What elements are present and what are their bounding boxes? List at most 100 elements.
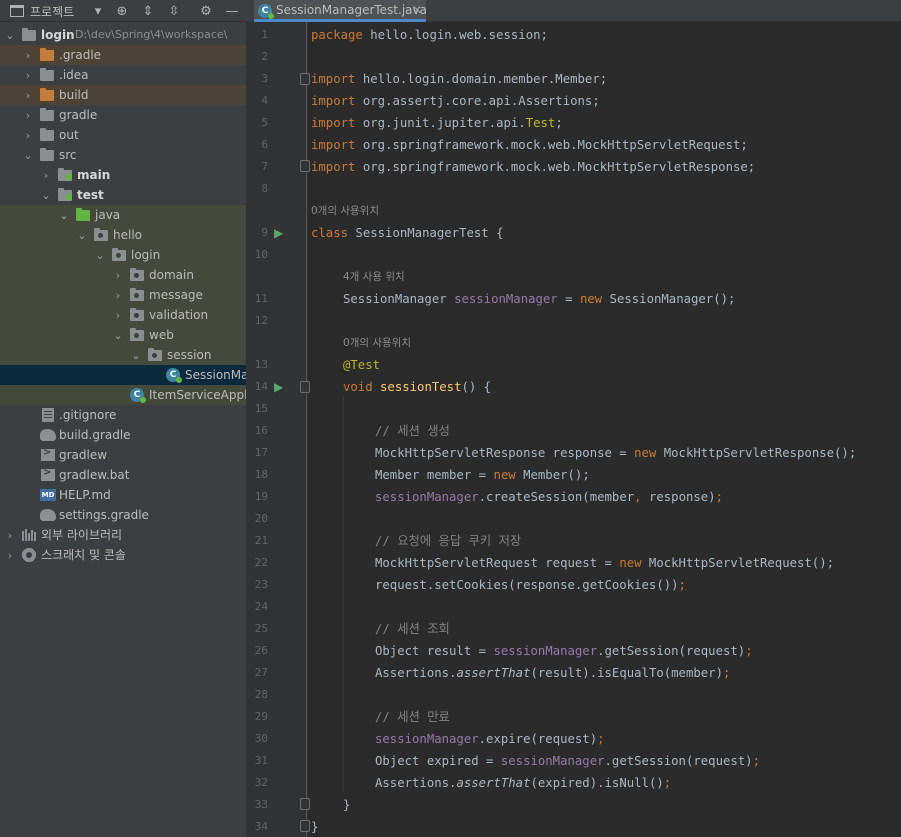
chevron-right-icon[interactable]: › xyxy=(22,105,34,125)
line-number: 3 xyxy=(261,72,268,85)
chevron-right-icon[interactable]: › xyxy=(22,85,34,105)
tree-item-out[interactable]: › out xyxy=(0,125,246,145)
tree-item-settings-gradle[interactable]: settings.gradle xyxy=(0,505,246,525)
hide-panel-icon[interactable]: — xyxy=(224,3,240,19)
editor-tab-bar: C SessionManagerTest.java ✕ xyxy=(246,0,901,22)
tree-item-login-package[interactable]: ⌄ login xyxy=(0,245,246,265)
class-reference: Assertions. xyxy=(375,666,457,680)
chevron-right-icon[interactable]: › xyxy=(4,525,16,545)
chevron-down-icon[interactable]: ⌄ xyxy=(22,145,34,165)
tree-item-main[interactable]: › main xyxy=(0,165,246,185)
tree-item-validation[interactable]: › validation xyxy=(0,305,246,325)
gear-icon[interactable]: ⚙ xyxy=(198,3,214,19)
chevron-right-icon[interactable]: › xyxy=(22,125,34,145)
punctuation: ; xyxy=(678,578,686,592)
project-window-icon xyxy=(10,5,24,17)
code-line: Member member = new Member(); xyxy=(375,464,590,486)
tree-item-message[interactable]: › message xyxy=(0,285,246,305)
project-view-selector[interactable]: 프로젝트 xyxy=(10,0,74,22)
tree-item-session-manager-test[interactable]: C SessionManagerTest xyxy=(0,365,246,385)
line-number: 1 xyxy=(261,28,268,41)
code-line: Object result = sessionManager.getSessio… xyxy=(375,640,753,662)
run-test-icon[interactable]: ▶ xyxy=(274,380,288,394)
chevron-down-icon[interactable]: ⌄ xyxy=(76,225,88,245)
package-icon xyxy=(112,248,128,262)
file-icon xyxy=(42,408,58,422)
tree-item-hello[interactable]: ⌄ hello xyxy=(0,225,246,245)
tree-item-label: main xyxy=(77,168,111,182)
constructor-call: SessionManager(); xyxy=(602,292,736,306)
chevron-down-icon[interactable]: ⌄ xyxy=(40,185,52,205)
fold-icon[interactable] xyxy=(300,820,310,832)
chevron-right-icon[interactable]: › xyxy=(112,305,124,325)
tab-label: SessionManagerTest.java xyxy=(276,3,427,17)
chevron-right-icon[interactable]: › xyxy=(22,65,34,85)
tree-item-src[interactable]: ⌄ src xyxy=(0,145,246,165)
fold-icon[interactable] xyxy=(300,160,310,172)
tree-item-gitignore[interactable]: .gitignore xyxy=(0,405,246,425)
line-number: 6 xyxy=(261,138,268,151)
chevron-down-icon[interactable]: ⌄ xyxy=(58,205,70,225)
tree-item-domain[interactable]: › domain xyxy=(0,265,246,285)
tree-item-login-root[interactable]: ⌄ login D:\dev\Spring\4\workspace\ xyxy=(0,25,246,45)
chevron-down-icon[interactable]: ⌄ xyxy=(130,345,142,365)
line-number: 21 xyxy=(254,534,268,547)
tree-item-scratches-and-consoles[interactable]: › 스크래치 및 콘솔 xyxy=(0,545,246,565)
expand-all-icon[interactable]: ⇕ xyxy=(140,3,156,19)
usage-hint[interactable]: 4개 사용 위치 xyxy=(343,266,405,288)
folder-icon xyxy=(40,48,56,62)
line-number: 9 xyxy=(261,226,268,239)
locate-icon[interactable]: ⊕ xyxy=(114,3,130,19)
chevron-down-icon[interactable]: ⌄ xyxy=(112,325,124,345)
gradle-icon xyxy=(40,428,56,442)
constructor-call: MockHttpServletRequest(); xyxy=(641,556,835,570)
chevron-down-icon[interactable]: ▾ xyxy=(90,3,106,19)
line-number: 32 xyxy=(254,776,268,789)
tab-session-manager-test[interactable]: C SessionManagerTest.java ✕ xyxy=(254,0,427,22)
run-test-icon[interactable]: ▶ xyxy=(274,226,288,240)
fold-icon[interactable] xyxy=(300,381,310,393)
tree-item-gradle[interactable]: › gradle xyxy=(0,105,246,125)
fold-icon[interactable] xyxy=(300,73,310,85)
tree-item-help-md[interactable]: MD HELP.md xyxy=(0,485,246,505)
method-call: (expired).isNull() xyxy=(530,776,664,790)
tree-item-gradlew[interactable]: gradlew xyxy=(0,445,246,465)
code-line: import org.springframework.mock.web.Mock… xyxy=(311,134,748,156)
chevron-right-icon[interactable]: › xyxy=(40,165,52,185)
tree-item-external-libraries[interactable]: › 외부 라이브러리 xyxy=(0,525,246,545)
import-path: hello.login.domain.member.Member; xyxy=(355,72,608,86)
chevron-right-icon[interactable]: › xyxy=(112,285,124,305)
line-number: 12 xyxy=(254,314,268,327)
close-icon[interactable]: ✕ xyxy=(412,0,422,20)
collapse-all-icon[interactable]: ⇳ xyxy=(166,3,182,19)
tree-item-web[interactable]: ⌄ web xyxy=(0,325,246,345)
chevron-down-icon[interactable]: ⌄ xyxy=(4,25,16,45)
code-line: Object expired = sessionManager.getSessi… xyxy=(375,750,760,772)
comment: // 요청에 응답 쿠키 저장 xyxy=(375,534,522,548)
line-number: 10 xyxy=(254,248,268,261)
line-number: 26 xyxy=(254,644,268,657)
tree-item-build[interactable]: › build xyxy=(0,85,246,105)
tree-item-gradle-cache[interactable]: › .gradle xyxy=(0,45,246,65)
chevron-right-icon[interactable]: › xyxy=(112,265,124,285)
code-line: Assertions.assertThat(result).isEqualTo(… xyxy=(375,662,730,684)
tree-item-test[interactable]: ⌄ test xyxy=(0,185,246,205)
fold-icon[interactable] xyxy=(300,798,310,810)
tree-item-label: domain xyxy=(149,268,194,282)
usage-hint[interactable]: 0개의 사용위치 xyxy=(311,200,379,222)
tree-item-java[interactable]: ⌄ java xyxy=(0,205,246,225)
markdown-icon: MD xyxy=(40,489,56,501)
line-number: 33 xyxy=(254,798,268,811)
method-name: sessionTest xyxy=(380,380,462,394)
tree-item-gradlew-bat[interactable]: gradlew.bat xyxy=(0,465,246,485)
tree-item-session[interactable]: ⌄ session xyxy=(0,345,246,365)
punctuation: , xyxy=(634,490,642,504)
chevron-right-icon[interactable]: › xyxy=(4,545,16,565)
chevron-right-icon[interactable]: › xyxy=(22,45,34,65)
tree-item-build-gradle[interactable]: build.gradle xyxy=(0,425,246,445)
code-line: sessionManager.expire(request); xyxy=(375,728,605,750)
tree-item-idea[interactable]: › .idea xyxy=(0,65,246,85)
chevron-down-icon[interactable]: ⌄ xyxy=(94,245,106,265)
usage-hint[interactable]: 0개의 사용위치 xyxy=(343,332,411,354)
tree-item-item-service-application-tests[interactable]: C ItemServiceApplicationTests xyxy=(0,385,246,405)
